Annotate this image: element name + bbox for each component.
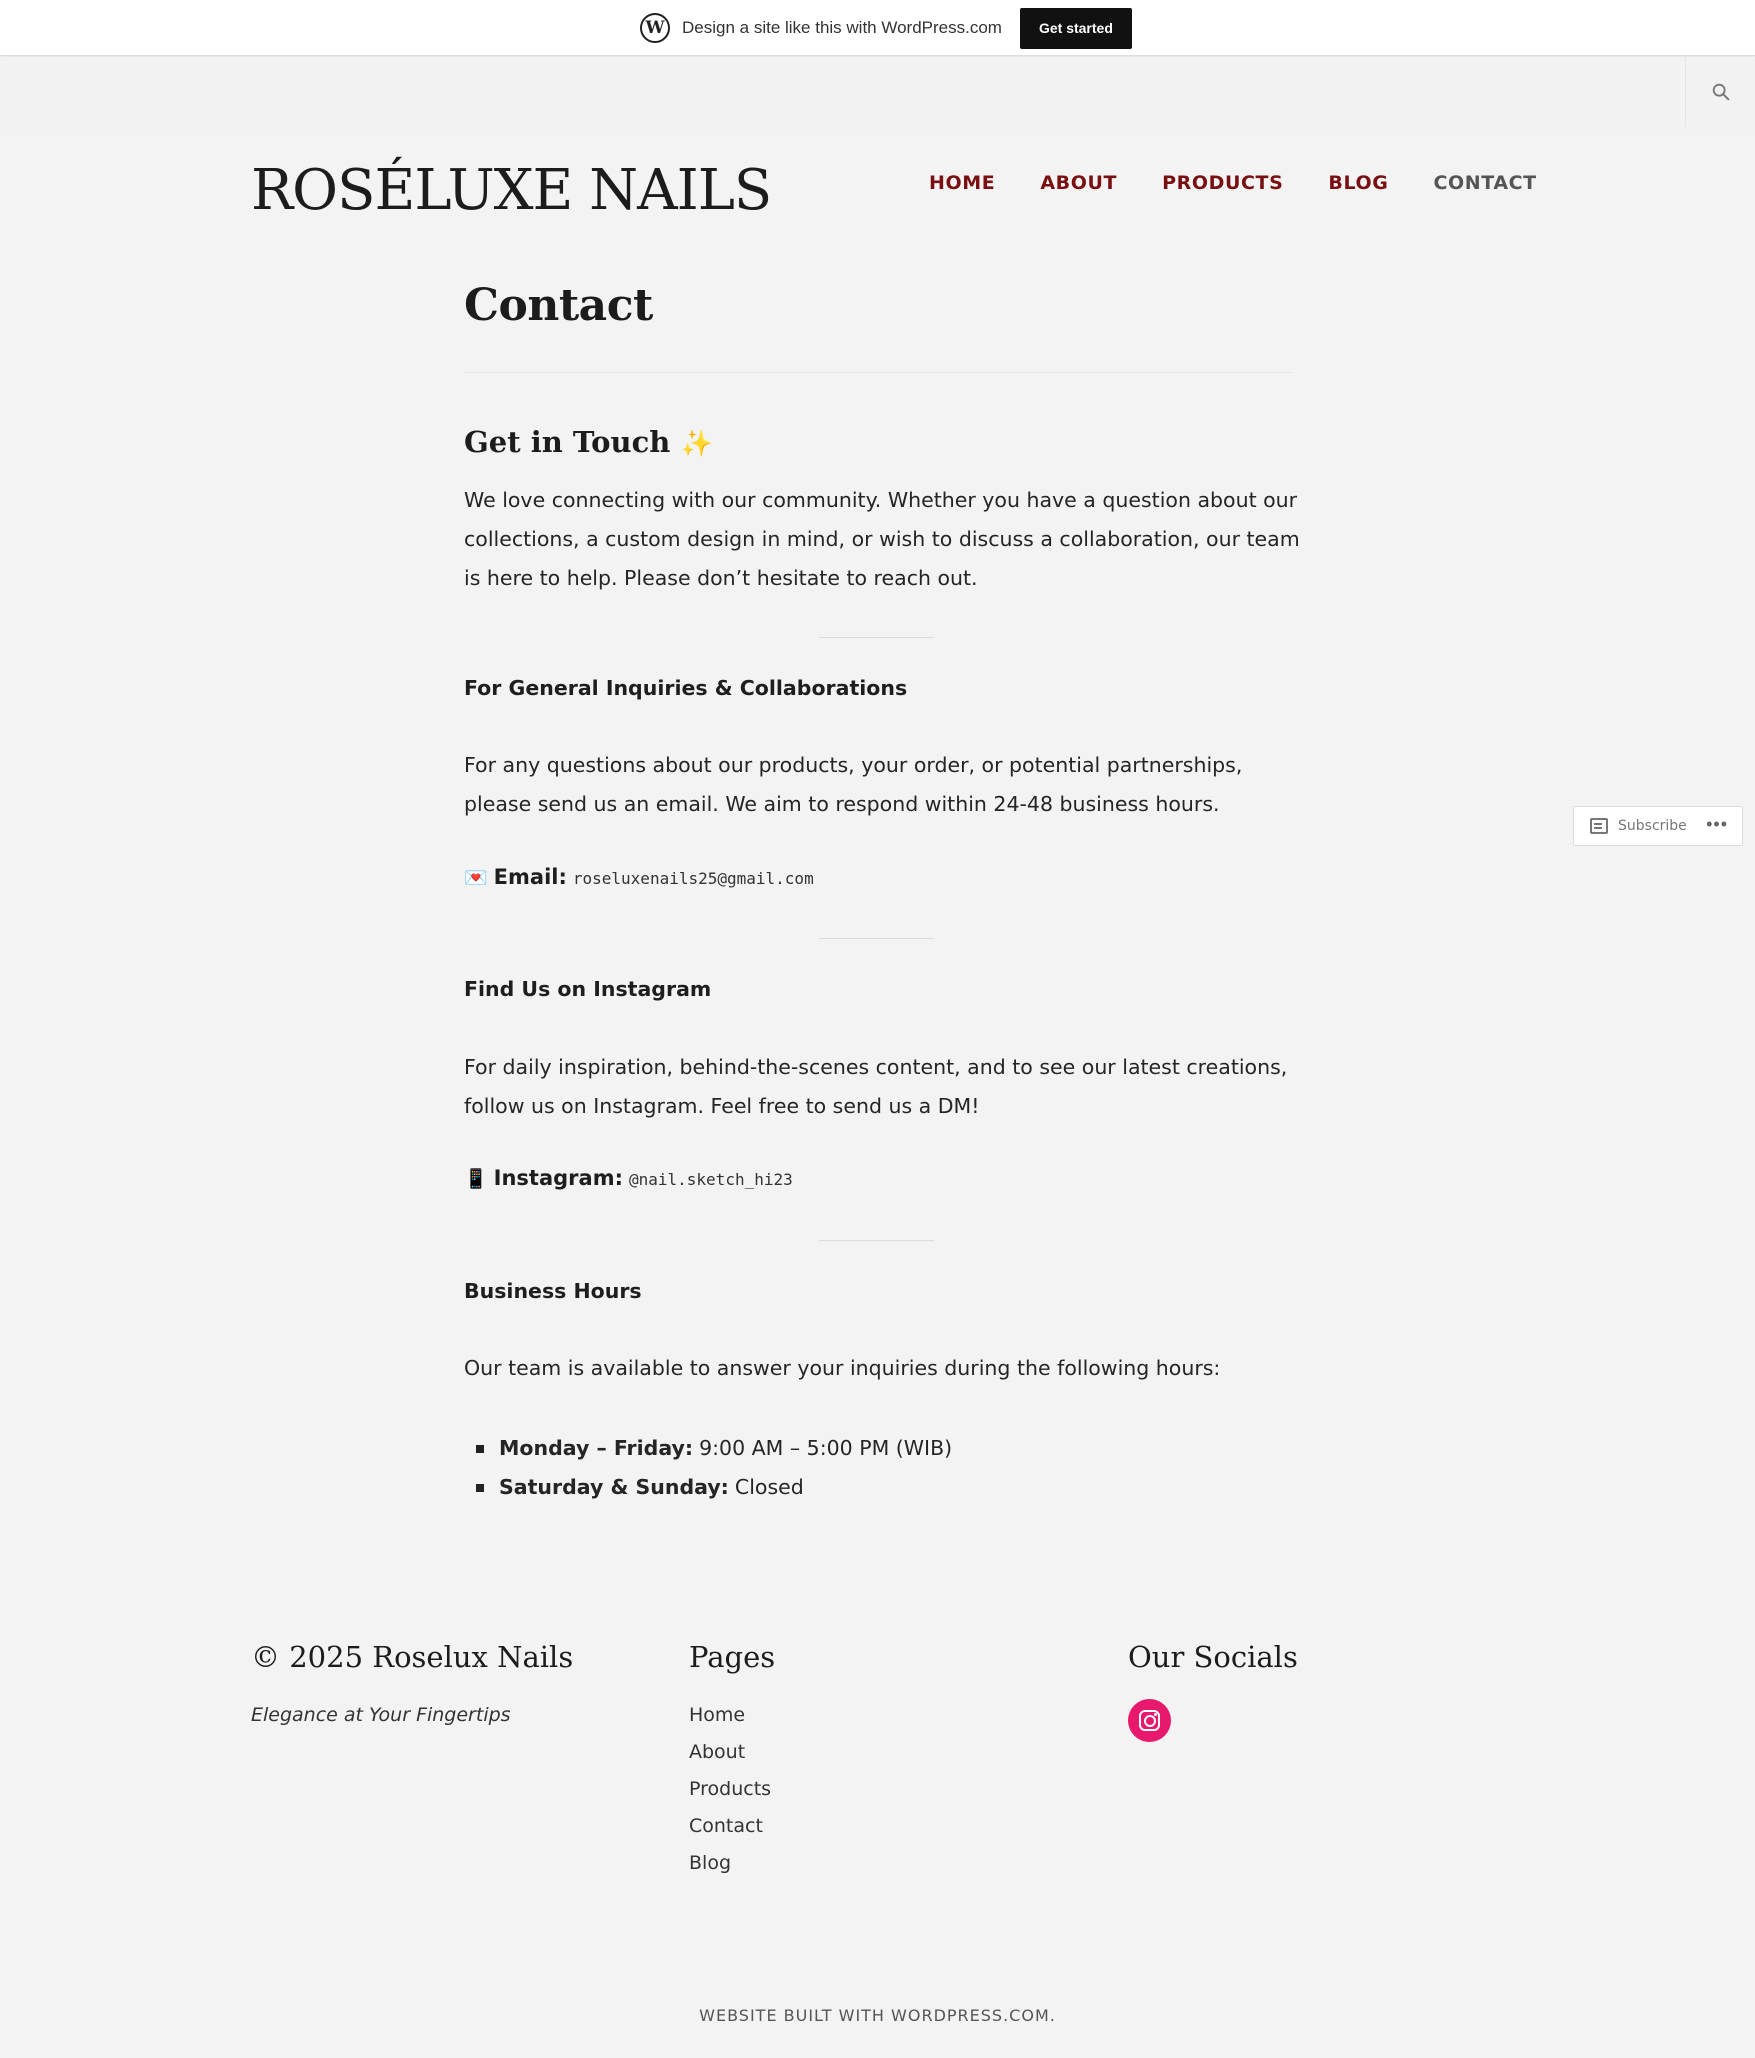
general-inquiries-heading: For General Inquiries & Collaborations [464,676,908,700]
intro-paragraph: We love connecting with our community. W… [464,488,1300,590]
instagram-link[interactable] [1128,1699,1171,1742]
main-navigation: HOME ABOUT PRODUCTS BLOG CONTACT [929,172,1537,194]
wordpress-logo-icon[interactable]: W [640,13,670,43]
hours-value: Closed [734,1475,804,1499]
email-line: 💌 Email: roseluxenails25@gmail.com [464,865,814,889]
hours-day-label: Monday – Friday: [499,1436,694,1460]
business-hours-list: Monday – Friday: 9:00 AM – 5:00 PM (WIB)… [464,1429,952,1507]
page-title: Contact [464,280,653,331]
footer-about-column: © 2025 Roselux Nails Elegance at Your Fi… [251,1640,573,1726]
footer-link-contact[interactable]: Contact [689,1808,775,1845]
footer-link-home[interactable]: Home [689,1697,775,1734]
search-icon [1712,83,1729,101]
sparkles-icon: ✨ [680,429,713,459]
list-item: Saturday & Sunday: Closed [464,1468,952,1507]
more-options-icon[interactable]: ••• [1706,815,1728,833]
bullet-icon [476,1483,484,1492]
hours-day-label: Saturday & Sunday: [499,1475,729,1499]
instagram-heading: Find Us on Instagram [464,977,712,1001]
title-divider [464,372,1294,373]
email-address[interactable]: roseluxenails25@gmail.com [573,869,814,888]
get-started-button[interactable]: Get started [1019,7,1132,49]
footer-tagline: Elegance at Your Fingertips [251,1704,511,1726]
instagram-label: Instagram: [493,1166,623,1190]
email-label: Email: [493,865,567,889]
instagram-icon [1139,1710,1160,1731]
subscribe-label[interactable]: Subscribe [1618,818,1687,834]
header-strip [0,57,1755,129]
subscribe-widget[interactable]: Subscribe ••• [1573,806,1743,846]
footer-socials-heading: Our Socials [1128,1640,1298,1674]
footer-link-blog[interactable]: Blog [689,1845,775,1882]
instagram-paragraph: For daily inspiration, behind-the-scenes… [464,1055,1288,1118]
nav-blog[interactable]: BLOG [1328,172,1388,194]
footer-socials-column: Our Socials [1128,1640,1298,1742]
reader-icon [1590,818,1608,834]
business-hours-heading: Business Hours [464,1279,642,1303]
nav-contact[interactable]: CONTACT [1433,172,1536,194]
nav-products[interactable]: PRODUCTS [1162,172,1283,194]
footer-link-about[interactable]: About [689,1734,775,1771]
site-title[interactable]: ROSÉLUXE NAILS [251,158,772,223]
built-with-wordpress-link[interactable]: WEBSITE BUILT WITH WORDPRESS.COM. [0,2006,1755,2025]
instagram-handle[interactable]: @nail.sketch_hi23 [629,1170,793,1189]
intro-heading-text: Get in Touch [464,425,671,459]
hours-value: 9:00 AM – 5:00 PM (WIB) [699,1436,953,1460]
footer-pages-column: Pages Home About Products Contact Blog [689,1640,775,1882]
love-letter-icon: 💌 [464,867,488,889]
general-inquiries-paragraph: For any questions about our products, yo… [464,753,1243,816]
separator [819,637,934,638]
nav-home[interactable]: HOME [929,172,995,194]
business-hours-paragraph: Our team is available to answer your inq… [464,1356,1221,1380]
instagram-line: 📱 Instagram: @nail.sketch_hi23 [464,1166,793,1190]
main-content: Contact Get in Touch ✨ We love connectin… [464,280,1300,1499]
list-item: Monday – Friday: 9:00 AM – 5:00 PM (WIB) [464,1429,952,1468]
nav-about[interactable]: ABOUT [1040,172,1117,194]
intro-heading: Get in Touch ✨ [464,425,713,459]
separator [819,1240,934,1241]
footer-link-products[interactable]: Products [689,1771,775,1808]
footer-pages-list: Home About Products Contact Blog [689,1697,775,1882]
wordpress-promo-text[interactable]: Design a site like this with WordPress.c… [682,18,1002,38]
search-button[interactable] [1685,57,1755,127]
footer-pages-heading: Pages [689,1640,776,1674]
bullet-icon [476,1444,484,1453]
separator [819,938,934,939]
mobile-phone-icon: 📱 [464,1168,488,1190]
wordpress-promo-bar: W Design a site like this with WordPress… [0,0,1755,56]
footer-copyright: © 2025 Roselux Nails [251,1640,574,1674]
